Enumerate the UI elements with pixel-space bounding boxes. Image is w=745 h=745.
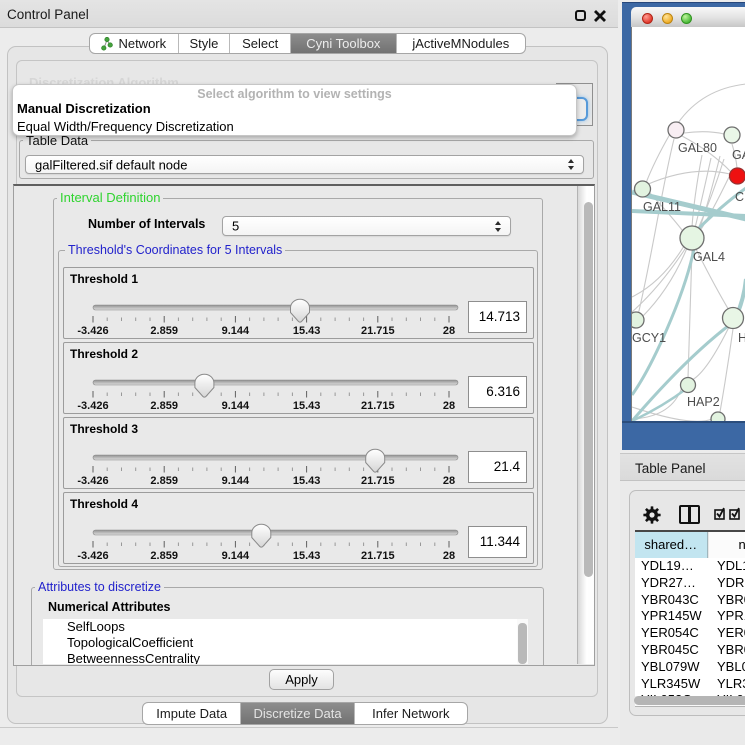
svg-text:21.715: 21.715 [361, 550, 395, 562]
svg-text:9.144: 9.144 [222, 325, 250, 337]
svg-text:15.43: 15.43 [293, 550, 321, 562]
svg-text:C: C [735, 190, 744, 204]
svg-text:15.43: 15.43 [293, 475, 321, 487]
svg-text:-3.426: -3.426 [77, 325, 108, 337]
svg-text:15.43: 15.43 [293, 400, 321, 412]
svg-text:28: 28 [443, 550, 455, 562]
svg-text:HAP2: HAP2 [687, 395, 720, 409]
svg-text:9.144: 9.144 [222, 550, 250, 562]
svg-text:-3.426: -3.426 [77, 550, 108, 562]
svg-text:28: 28 [443, 325, 455, 337]
svg-text:9.144: 9.144 [222, 400, 250, 412]
svg-text:GA: GA [732, 148, 745, 162]
svg-text:2.859: 2.859 [150, 475, 178, 487]
svg-text:28: 28 [443, 475, 455, 487]
svg-text:28: 28 [443, 400, 455, 412]
svg-text:GCY1: GCY1 [632, 331, 666, 345]
svg-text:-3.426: -3.426 [77, 400, 108, 412]
svg-text:2.859: 2.859 [150, 550, 178, 562]
svg-text:9.144: 9.144 [222, 475, 250, 487]
svg-text:2.859: 2.859 [150, 400, 178, 412]
svg-text:H: H [738, 331, 745, 345]
svg-text:15.43: 15.43 [293, 325, 321, 337]
svg-text:21.715: 21.715 [361, 400, 395, 412]
svg-text:2.859: 2.859 [150, 325, 178, 337]
svg-text:GAL11: GAL11 [643, 200, 681, 214]
svg-text:-3.426: -3.426 [77, 475, 108, 487]
svg-text:GAL4: GAL4 [693, 250, 725, 264]
svg-text:GAL80: GAL80 [678, 141, 717, 155]
svg-text:21.715: 21.715 [361, 475, 395, 487]
svg-text:21.715: 21.715 [361, 325, 395, 337]
